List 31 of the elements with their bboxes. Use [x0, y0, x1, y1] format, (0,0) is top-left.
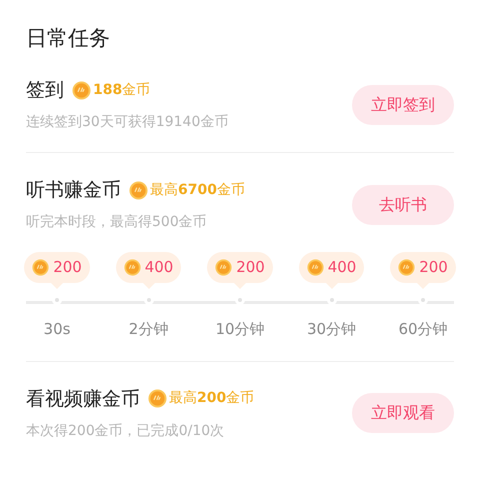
- reward-text: 最高6700金币: [150, 180, 245, 200]
- milestone-time: 2分钟: [128, 319, 168, 340]
- coin-count: 200: [419, 257, 448, 278]
- coin-icon: [398, 259, 416, 276]
- reward-text: 188金币: [93, 80, 150, 100]
- coin-icon: [148, 389, 167, 408]
- coin-icon: [32, 259, 50, 276]
- task-button[interactable]: 立即观看: [352, 393, 454, 433]
- reward-text: 最高200金币: [169, 389, 254, 408]
- coin-count: 200: [236, 257, 265, 278]
- coin-count: 200: [53, 257, 82, 278]
- coin-icon: [306, 259, 324, 276]
- coin-icon: [215, 259, 232, 276]
- milestone-time: 30分钟: [306, 319, 356, 340]
- section-title: 日常任务: [26, 25, 111, 52]
- task-description: 本次得200金币，已完成0/10次: [26, 422, 226, 440]
- task-title: 签到: [26, 78, 64, 103]
- task-button[interactable]: 立即签到: [352, 84, 454, 124]
- milestone-time: 10分钟: [215, 319, 265, 340]
- task-button[interactable]: 去听书: [352, 184, 454, 224]
- milestone-time: 60分钟: [398, 319, 448, 340]
- coin-icon: [124, 259, 141, 276]
- task-description: 听完本时段，最高得500金币: [26, 213, 208, 232]
- coin-count: 400: [328, 257, 356, 278]
- task-description: 连续签到30天可获得19140金币: [26, 113, 228, 132]
- task-title: 听书赚金币: [26, 178, 121, 203]
- milestone-time: 30s: [44, 319, 70, 340]
- coin-icon: [129, 180, 148, 200]
- coin-count: 400: [144, 257, 174, 278]
- coin-icon: [72, 80, 91, 100]
- task-title: 看视频赚金币: [26, 386, 140, 412]
